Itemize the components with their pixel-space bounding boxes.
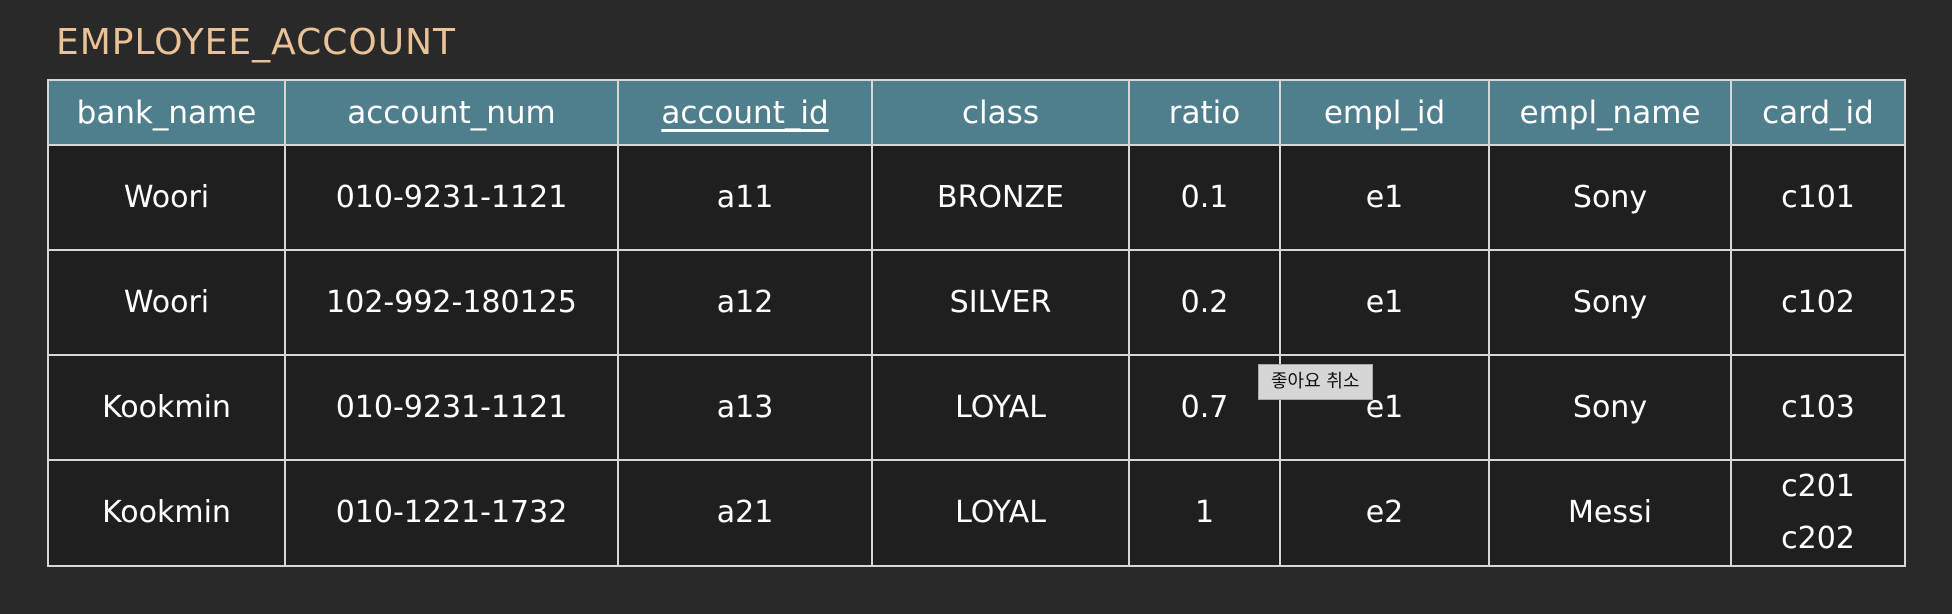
column-header-account-num: account_num [284,79,619,146]
cell-account-id: a13 [617,354,873,461]
column-header-class: class [871,79,1130,146]
cell-empl-id: e2 [1279,459,1490,567]
column-header-ratio: ratio [1128,79,1281,146]
card-id-value: c102 [1781,284,1855,320]
cell-empl-id: e1 [1279,249,1490,356]
cell-card-id: c201 c202 [1730,459,1906,567]
cell-card-id: c101 [1730,144,1906,251]
cell-ratio: 0.1 [1128,144,1281,251]
cell-empl-name: Sony [1488,249,1732,356]
cell-class: BRONZE [871,144,1130,251]
cell-empl-name: Sony [1488,354,1732,461]
cell-card-id: c102 [1730,249,1906,356]
cell-ratio: 0.2 [1128,249,1281,356]
card-id-value: c103 [1781,389,1855,425]
cell-bank-name: Woori [47,249,286,356]
unlike-tooltip: 좋아요 취소 [1258,364,1373,400]
table-row: Kookmin 010-1221-1732 a21 LOYAL 1 e2 Mes… [47,459,1906,567]
cell-bank-name: Woori [47,144,286,251]
cell-account-num: 010-9231-1121 [284,354,619,461]
cell-empl-name: Messi [1488,459,1732,567]
cell-account-num: 102-992-180125 [284,249,619,356]
card-id-value: c101 [1781,179,1855,215]
table-header-row: bank_name account_num account_id class r… [47,79,1906,146]
cell-empl-name: Sony [1488,144,1732,251]
table-title: EMPLOYEE_ACCOUNT [56,22,457,63]
cell-class: SILVER [871,249,1130,356]
slide-canvas: EMPLOYEE_ACCOUNT bank_name account_num a… [0,0,1952,614]
cell-account-id: a21 [617,459,873,567]
column-header-account-id: account_id [617,79,873,146]
cell-bank-name: Kookmin [47,459,286,567]
cell-class: LOYAL [871,354,1130,461]
cell-account-num: 010-1221-1732 [284,459,619,567]
column-header-card-id: card_id [1730,79,1906,146]
cell-account-id: a12 [617,249,873,356]
cell-account-id: a11 [617,144,873,251]
cell-bank-name: Kookmin [47,354,286,461]
column-header-empl-id: empl_id [1279,79,1490,146]
cell-empl-id: e1 [1279,144,1490,251]
cell-class: LOYAL [871,459,1130,567]
cell-account-num: 010-9231-1121 [284,144,619,251]
cell-card-id: c103 [1730,354,1906,461]
card-id-value: c201 [1781,469,1855,504]
column-header-bank-name: bank_name [47,79,286,146]
table-row: Woori 010-9231-1121 a11 BRONZE 0.1 e1 So… [47,144,1906,251]
card-id-value: c202 [1781,521,1855,556]
employee-account-table: bank_name account_num account_id class r… [47,79,1906,567]
column-header-empl-name: empl_name [1488,79,1732,146]
table-row: Kookmin 010-9231-1121 a13 LOYAL 0.7 e1 S… [47,354,1906,461]
cell-ratio: 1 [1128,459,1281,567]
table-row: Woori 102-992-180125 a12 SILVER 0.2 e1 S… [47,249,1906,356]
